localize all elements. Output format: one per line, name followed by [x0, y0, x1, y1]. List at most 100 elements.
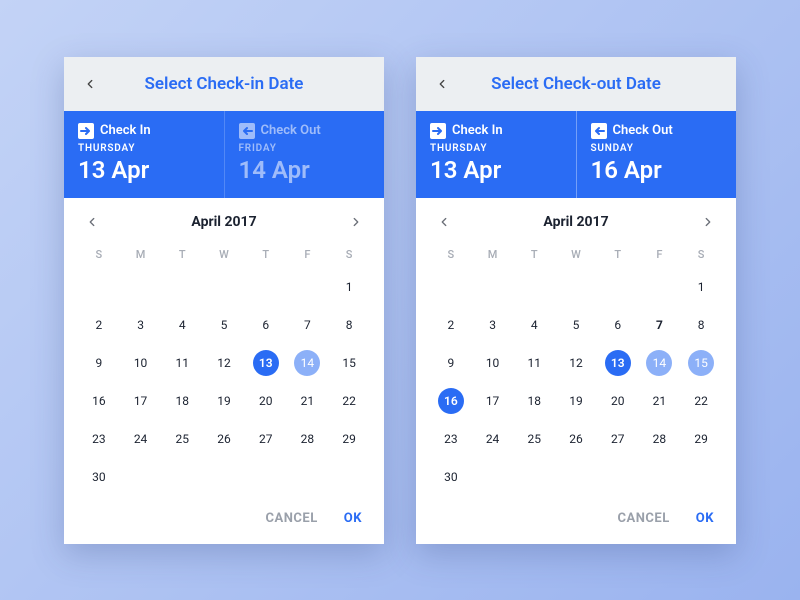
day-cell[interactable]: 27: [597, 423, 639, 455]
month-label: April 2017: [543, 214, 608, 230]
month-label: April 2017: [191, 214, 256, 230]
day-cell[interactable]: 22: [328, 385, 370, 417]
day-cell[interactable]: 30: [78, 461, 120, 493]
day-cell[interactable]: 23: [430, 423, 472, 455]
checkin-date-picker: Select Check-in Date Check In THURSDAY 1…: [64, 57, 384, 544]
weekday-header: T: [161, 244, 203, 265]
day-cell[interactable]: 29: [328, 423, 370, 455]
day-cell[interactable]: 16: [430, 385, 472, 417]
checkout-label: Check Out: [261, 123, 321, 138]
arrow-left-icon: [591, 123, 607, 139]
day-cell[interactable]: 1: [328, 271, 370, 303]
day-cell[interactable]: 15: [680, 347, 722, 379]
day-cell[interactable]: 3: [120, 309, 162, 341]
day-cell[interactable]: 18: [161, 385, 203, 417]
day-cell[interactable]: 20: [245, 385, 287, 417]
page-title: Select Check-out Date: [430, 74, 722, 94]
checkin-summary[interactable]: Check In THURSDAY 13 Apr: [416, 111, 576, 198]
day-cell[interactable]: 21: [287, 385, 329, 417]
cancel-button[interactable]: CANCEL: [266, 511, 318, 526]
day-cell[interactable]: 26: [555, 423, 597, 455]
checkin-summary[interactable]: Check In THURSDAY 13 Apr: [64, 111, 224, 198]
day-cell[interactable]: 9: [430, 347, 472, 379]
arrow-right-icon: [78, 123, 94, 139]
day-cell[interactable]: 30: [430, 461, 472, 493]
cancel-button[interactable]: CANCEL: [618, 511, 670, 526]
day-cell[interactable]: 13: [597, 347, 639, 379]
ok-button[interactable]: OK: [696, 511, 714, 526]
day-cell[interactable]: 5: [555, 309, 597, 341]
weekday-header: S: [78, 244, 120, 265]
ok-button[interactable]: OK: [344, 511, 362, 526]
day-cell[interactable]: 13: [245, 347, 287, 379]
checkin-label: Check In: [100, 123, 151, 138]
day-cell[interactable]: 16: [78, 385, 120, 417]
checkin-weekday: THURSDAY: [78, 143, 210, 154]
day-cell[interactable]: 7: [639, 309, 681, 341]
day-cell[interactable]: 4: [161, 309, 203, 341]
arrow-right-icon: [430, 123, 446, 139]
next-month-button[interactable]: [346, 212, 366, 232]
day-cell[interactable]: 1: [680, 271, 722, 303]
day-cell[interactable]: 18: [513, 385, 555, 417]
day-cell[interactable]: 2: [430, 309, 472, 341]
weekday-header: S: [430, 244, 472, 265]
day-cell[interactable]: 8: [328, 309, 370, 341]
day-cell[interactable]: 29: [680, 423, 722, 455]
checkout-summary[interactable]: Check Out FRIDAY 14 Apr: [224, 111, 385, 198]
checkin-label: Check In: [452, 123, 503, 138]
calendar-grid: SMTWTFS123456789101112131415161718192021…: [64, 238, 384, 497]
day-cell[interactable]: 24: [120, 423, 162, 455]
day-cell[interactable]: 10: [472, 347, 514, 379]
day-cell[interactable]: 24: [472, 423, 514, 455]
day-cell[interactable]: 28: [639, 423, 681, 455]
checkout-label: Check Out: [613, 123, 673, 138]
weekday-header: T: [513, 244, 555, 265]
day-cell[interactable]: 6: [245, 309, 287, 341]
day-cell[interactable]: 26: [203, 423, 245, 455]
day-cell[interactable]: 22: [680, 385, 722, 417]
day-cell[interactable]: 21: [639, 385, 681, 417]
checkout-date: 16 Apr: [591, 156, 723, 184]
day-cell[interactable]: 23: [78, 423, 120, 455]
day-cell[interactable]: 6: [597, 309, 639, 341]
checkout-summary[interactable]: Check Out SUNDAY 16 Apr: [576, 111, 737, 198]
day-cell[interactable]: 19: [555, 385, 597, 417]
calendar-grid: SMTWTFS123456789101112131415161718192021…: [416, 238, 736, 497]
day-cell[interactable]: 28: [287, 423, 329, 455]
day-cell[interactable]: 8: [680, 309, 722, 341]
prev-month-button[interactable]: [434, 212, 454, 232]
day-cell[interactable]: 25: [161, 423, 203, 455]
day-cell[interactable]: 20: [597, 385, 639, 417]
weekday-header: S: [680, 244, 722, 265]
day-cell[interactable]: 15: [328, 347, 370, 379]
day-cell[interactable]: 12: [203, 347, 245, 379]
checkout-date: 14 Apr: [239, 156, 371, 184]
day-cell[interactable]: 14: [287, 347, 329, 379]
day-cell[interactable]: 3: [472, 309, 514, 341]
day-cell[interactable]: 5: [203, 309, 245, 341]
day-cell[interactable]: 2: [78, 309, 120, 341]
next-month-button[interactable]: [698, 212, 718, 232]
day-cell[interactable]: 27: [245, 423, 287, 455]
day-cell[interactable]: 10: [120, 347, 162, 379]
prev-month-button[interactable]: [82, 212, 102, 232]
day-cell[interactable]: 12: [555, 347, 597, 379]
day-cell[interactable]: 19: [203, 385, 245, 417]
day-cell[interactable]: 4: [513, 309, 555, 341]
day-cell[interactable]: 7: [287, 309, 329, 341]
day-cell[interactable]: 14: [639, 347, 681, 379]
day-cell[interactable]: 17: [472, 385, 514, 417]
day-cell[interactable]: 11: [161, 347, 203, 379]
page-title: Select Check-in Date: [78, 74, 370, 94]
arrow-left-icon: [239, 123, 255, 139]
day-cell[interactable]: 17: [120, 385, 162, 417]
day-cell[interactable]: 11: [513, 347, 555, 379]
weekday-header: M: [120, 244, 162, 265]
day-cell[interactable]: 9: [78, 347, 120, 379]
checkout-weekday: FRIDAY: [239, 143, 371, 154]
day-cell[interactable]: 25: [513, 423, 555, 455]
weekday-header: W: [203, 244, 245, 265]
checkout-weekday: SUNDAY: [591, 143, 723, 154]
checkin-date: 13 Apr: [78, 156, 210, 184]
